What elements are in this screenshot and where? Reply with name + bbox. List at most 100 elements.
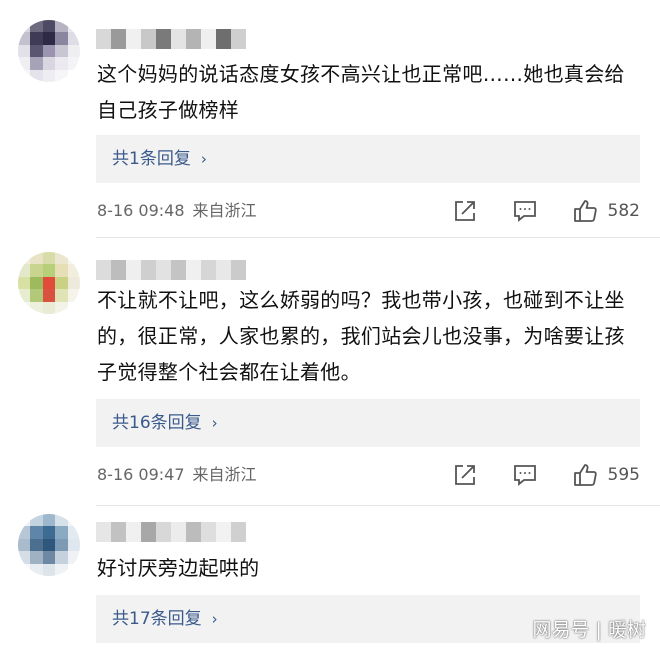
avatar-pixel [55, 264, 68, 277]
chevron-right-icon: › [211, 414, 218, 432]
avatar-pixel [18, 32, 31, 45]
like-button[interactable]: 595 [572, 462, 640, 488]
thumbs-up-icon [573, 200, 597, 222]
avatar-pixel [42, 563, 56, 576]
avatar-pixel [42, 526, 56, 539]
avatar-pixel [67, 538, 80, 552]
avatar-pixel [55, 276, 68, 290]
comment-region: 来自浙江 [192, 201, 257, 220]
avatar-pixel [67, 551, 80, 564]
avatar-pixel [42, 514, 56, 527]
username-pixel [156, 522, 171, 542]
username-pixel [156, 260, 171, 280]
avatar-pixel [30, 563, 43, 576]
comment-text: 不让就不让吧，这么娇弱的吗？我也带小孩，也碰到不让坐的，很正常，人家也累的，我们… [97, 288, 625, 384]
like-button[interactable]: 582 [572, 198, 640, 224]
username-blurred[interactable] [96, 260, 246, 280]
comment-date: 8-16 09:48 [97, 201, 185, 220]
avatar-pixel [42, 538, 56, 552]
share-icon [454, 465, 475, 485]
avatar-pixel [18, 563, 31, 576]
avatar-pixel [42, 32, 56, 45]
replies-label: 共16条回复 [112, 413, 202, 433]
username-pixel [171, 260, 186, 280]
share-button[interactable] [452, 198, 478, 224]
username-pixel [201, 29, 216, 49]
avatar-pixel [67, 44, 80, 58]
comment-text: 这个妈妈的说话态度女孩不高兴让也正常吧……她也真会给自己孩子做榜样 [97, 62, 625, 122]
comment-meta: 8-16 09:47 来自浙江 [97, 463, 257, 487]
share-button[interactable] [452, 462, 478, 488]
avatar-pixel [30, 301, 43, 314]
username-pixel [171, 522, 186, 542]
replies-link[interactable]: 共1条回复 › [96, 135, 640, 183]
avatar-pixel [18, 514, 31, 527]
username-pixel [111, 522, 126, 542]
comment-actions: 582 [452, 197, 640, 225]
username-pixel [231, 522, 246, 542]
avatar-pixel [30, 526, 43, 539]
avatar-pixel [18, 264, 31, 277]
username-pixel [96, 29, 111, 49]
avatar-pixel [55, 44, 68, 58]
avatar-pixel [55, 69, 68, 82]
avatar-pixel [30, 32, 43, 45]
avatar-pixel [18, 551, 31, 564]
username-pixel [126, 260, 141, 280]
avatar-pixel [18, 538, 31, 552]
avatar-pixel [30, 20, 43, 33]
avatar-pixel [18, 289, 31, 302]
avatar-pixel [18, 69, 31, 82]
username-pixel [171, 29, 186, 49]
replies-link[interactable]: 共16条回复 › [96, 399, 640, 447]
username-pixel [186, 260, 201, 280]
avatar[interactable] [18, 20, 80, 82]
username-pixel [141, 522, 156, 542]
avatar-pixel [42, 276, 56, 290]
avatar-pixel [67, 526, 80, 539]
avatar-pixel [55, 538, 68, 552]
avatar-pixel [30, 264, 43, 277]
avatar-pixel [55, 514, 68, 527]
avatar-pixel [42, 301, 56, 314]
reply-button[interactable] [512, 462, 538, 488]
avatar-pixel [30, 57, 43, 70]
avatar-pixel [67, 289, 80, 302]
avatar-pixel [55, 20, 68, 33]
avatar-pixel [18, 252, 31, 265]
chevron-right-icon: › [200, 150, 207, 168]
avatar-pixel [55, 289, 68, 302]
comment-icon [513, 465, 536, 486]
avatar-pixel [67, 276, 80, 290]
comment-meta: 8-16 09:48 来自浙江 [97, 199, 257, 223]
avatar-pixel [55, 301, 68, 314]
username-pixel [141, 260, 156, 280]
avatar-pixel [67, 252, 80, 265]
avatar-pixel [18, 20, 31, 33]
username-blurred[interactable] [96, 29, 246, 49]
share-icon [454, 201, 475, 221]
avatar-pixel [30, 44, 43, 58]
reply-button[interactable] [512, 198, 538, 224]
avatar-pixel [67, 32, 80, 45]
avatar-pixel [42, 57, 56, 70]
avatar[interactable] [18, 514, 80, 576]
like-count: 595 [607, 465, 640, 485]
username-pixel [111, 260, 126, 280]
avatar-pixel [67, 301, 80, 314]
chevron-right-icon: › [211, 610, 218, 628]
username-pixel [141, 29, 156, 49]
avatar[interactable] [18, 252, 80, 314]
avatar-pixel [55, 551, 68, 564]
username-pixel [216, 29, 231, 49]
username-blurred[interactable] [96, 522, 246, 542]
username-pixel [201, 522, 216, 542]
username-pixel [96, 260, 111, 280]
avatar-pixel [55, 563, 68, 576]
username-pixel [111, 29, 126, 49]
like-count: 582 [607, 201, 640, 221]
avatar-pixel [67, 514, 80, 527]
avatar-pixel [42, 264, 56, 277]
comment-actions: 595 [452, 461, 640, 489]
comment-item: 不让就不让吧，这么娇弱的吗？我也带小孩，也碰到不让坐的，很正常，人家也累的，我们… [0, 238, 660, 506]
